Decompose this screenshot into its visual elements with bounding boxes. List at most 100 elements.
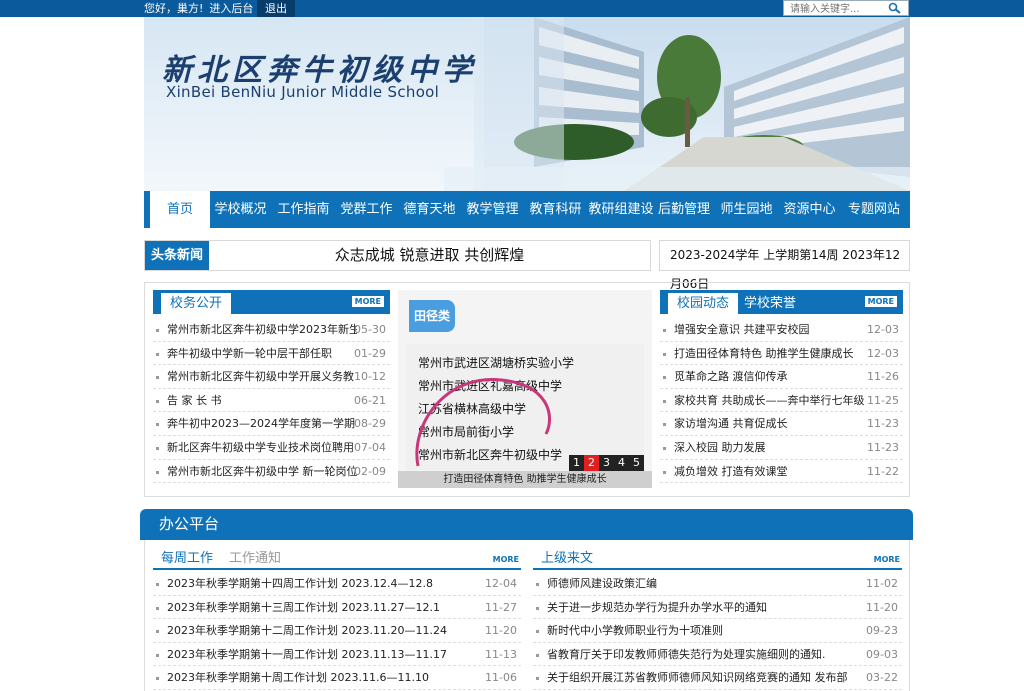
list-item-date: 11-20 bbox=[866, 600, 898, 614]
list-item[interactable]: 打造田径体育特色 助推学生健康成长 12-03 bbox=[660, 342, 903, 366]
list-item[interactable]: 奔牛初级中学新一轮中层干部任职 01-29 bbox=[153, 342, 390, 366]
more-button[interactable]: MORE bbox=[864, 296, 897, 307]
tab-school-honors[interactable]: 学校荣誉 bbox=[735, 293, 805, 314]
list-item[interactable]: 新北区奔牛初级中学专业技术岗位聘用 07-04 bbox=[153, 436, 390, 460]
list-item-date: 11-27 bbox=[485, 600, 517, 614]
page-button[interactable]: 4 bbox=[614, 455, 629, 471]
list-item[interactable]: 师德师风建设政策汇编 11-02 bbox=[533, 572, 902, 596]
list-item[interactable]: 家校共育 共助成长——奔中举行七年级 11-25 bbox=[660, 389, 903, 413]
bullet bbox=[663, 423, 666, 427]
slide-pager: 12345 bbox=[569, 455, 644, 471]
list-item-date: 11-02 bbox=[866, 577, 898, 590]
list-item[interactable]: 奔牛初中2023—2024学年度第一学期 08-29 bbox=[153, 412, 390, 436]
list-item-title: 常州市新北区奔牛初级中学开展义务教 bbox=[167, 370, 354, 384]
bullet bbox=[663, 352, 666, 356]
list-item[interactable]: 关于组织开展江苏省教师师德师风知识网络竞赛的通知 发布部 03-22 bbox=[533, 666, 902, 690]
list-item-date: 11-06 bbox=[485, 671, 517, 685]
tab-campus-news[interactable]: 校园动态 bbox=[668, 293, 739, 314]
list-item[interactable]: 常州市新北区奔牛初级中学 新一轮岗位 02-09 bbox=[153, 460, 390, 484]
nav-item-work-guide[interactable]: 工作指南 bbox=[274, 191, 333, 228]
content-panel: 校务公开 MORE 常州市新北区奔牛初级中学2023年新生 05-30 奔牛初级中… bbox=[144, 282, 910, 497]
list-item-date: 11-20 bbox=[485, 624, 517, 638]
list-item-date: 11-23 bbox=[867, 417, 899, 431]
nav-item-party-work[interactable]: 党群工作 bbox=[337, 191, 396, 228]
bullet bbox=[156, 606, 159, 610]
list-item-title: 家校共育 共助成长——奔中举行七年级 bbox=[674, 393, 865, 407]
page-button[interactable]: 5 bbox=[629, 455, 644, 471]
nav-item-research-group[interactable]: 教研组建设 bbox=[585, 191, 657, 228]
list-item-title: 家访增沟通 共育促成长 bbox=[674, 417, 788, 431]
tab-work-notices[interactable]: 工作通知 bbox=[229, 550, 281, 568]
search-input[interactable] bbox=[784, 2, 884, 17]
list-item[interactable]: 告 家 长 书 06-21 bbox=[153, 389, 390, 413]
slide-caption[interactable]: 打造田径体育特色 助推学生健康成长 bbox=[398, 471, 652, 488]
more-button[interactable]: MORE bbox=[493, 555, 519, 564]
nav-item-logistics[interactable]: 后勤管理 bbox=[656, 191, 712, 228]
nav-item-school-overview[interactable]: 学校概况 bbox=[211, 191, 270, 228]
admin-link[interactable]: 进入后台 bbox=[209, 2, 253, 15]
list-item-title: 新北区奔牛初级中学专业技术岗位聘用 bbox=[167, 440, 354, 454]
list-item[interactable]: 2023年秋季学期第十周工作计划 2023.11.6—11.10 11-06 bbox=[153, 666, 521, 690]
list-item[interactable]: 新时代中小学教师职业行为十项准则 09-23 bbox=[533, 619, 902, 643]
list-item-title: 打造田径体育特色 助推学生健康成长 bbox=[674, 346, 854, 360]
list-item[interactable]: 增强安全意识 共建平安校园 12-03 bbox=[660, 318, 903, 342]
bullet bbox=[663, 329, 666, 332]
slide-category-badge: 田径类 bbox=[409, 300, 455, 332]
nav-item-teacher-student[interactable]: 师生园地 bbox=[717, 191, 776, 228]
list-item[interactable]: 常州市新北区奔牛初级中学2023年新生 05-30 bbox=[153, 318, 390, 342]
list-item[interactable]: 深入校园 助力发展 11-23 bbox=[660, 436, 903, 460]
nav-item-home[interactable]: 首页 bbox=[150, 191, 210, 228]
page-button[interactable]: 3 bbox=[599, 455, 614, 471]
bullet bbox=[156, 583, 159, 586]
list-item-title: 2023年秋季学期第十一周工作计划 2023.11.13—11.17 bbox=[167, 647, 447, 661]
bullet bbox=[536, 677, 539, 681]
photo-slideshow[interactable]: 田径类 常州市武进区湖塘桥实验小学 常州市武进区礼嘉高级中学 江苏省横林高级中学… bbox=[398, 290, 652, 488]
list-item[interactable]: 减负增效 打造有效课堂 11-22 bbox=[660, 460, 903, 484]
tab-weekly-work[interactable]: 每周工作 bbox=[161, 550, 213, 568]
headline-text[interactable]: 众志成城 锐意进取 共创辉煌 bbox=[209, 241, 650, 270]
superior-documents-list: 师德师风建设政策汇编 11-02 关于进一步规范办学行为提升办学水平的通知 11-2… bbox=[533, 572, 902, 690]
office-platform-header: 办公平台 bbox=[140, 509, 913, 540]
nav-item-resource-center[interactable]: 资源中心 bbox=[780, 191, 839, 228]
list-item-title: 增强安全意识 共建平安校园 bbox=[674, 323, 810, 336]
list-item[interactable]: 2023年秋季学期第十一周工作计划 2023.11.13—11.17 11-13 bbox=[153, 643, 521, 667]
bullet bbox=[536, 630, 539, 634]
list-item-title: 关于组织开展江苏省教师师德师风知识网络竞赛的通知 发布部 bbox=[547, 671, 848, 685]
logout-button[interactable]: 退出 bbox=[257, 0, 295, 17]
bullet bbox=[663, 376, 666, 380]
list-item[interactable]: 常州市新北区奔牛初级中学开展义务教 10-12 bbox=[153, 365, 390, 389]
page-button[interactable]: 1 bbox=[569, 455, 584, 471]
nav-item-special-sites[interactable]: 专题网站 bbox=[843, 191, 905, 228]
list-item[interactable]: 关于进一步规范办学行为提升办学水平的通知 11-20 bbox=[533, 596, 902, 620]
list-item[interactable]: 觅革命之路 渡信仰传承 11-26 bbox=[660, 365, 903, 389]
list-item[interactable]: 省教育厅关于印发教师师德失范行为处理实施细则的通知. 09-03 bbox=[533, 643, 902, 667]
bullet bbox=[156, 399, 159, 403]
bullet bbox=[156, 329, 159, 332]
nav-item-moral-education[interactable]: 德育天地 bbox=[400, 191, 459, 228]
list-item-title: 省教育厅关于印发教师师德失范行为处理实施细则的通知. bbox=[547, 647, 826, 661]
list-item[interactable]: 2023年秋季学期第十二周工作计划 2023.11.20—11.24 11-20 bbox=[153, 619, 521, 643]
list-item-date: 03-22 bbox=[866, 671, 898, 685]
page-button-current[interactable]: 2 bbox=[584, 455, 599, 471]
list-item[interactable]: 2023年秋季学期第十三周工作计划 2023.11.27—12.1 11-27 bbox=[153, 596, 521, 620]
more-button[interactable]: MORE bbox=[874, 555, 900, 564]
tab-school-affairs[interactable]: 校务公开 bbox=[161, 293, 232, 314]
list-item-date: 10-12 bbox=[354, 370, 386, 384]
bullet bbox=[156, 653, 159, 657]
list-item-title: 常州市新北区奔牛初级中学2023年新生 bbox=[167, 323, 357, 336]
list-item-title: 2023年秋季学期第十周工作计划 2023.11.6—11.10 bbox=[167, 671, 429, 685]
greeting-area: 您好，巢方! 进入后台 bbox=[144, 1, 259, 16]
school-building-image bbox=[444, 17, 910, 191]
headline-tag: 头条新闻 bbox=[145, 241, 209, 270]
nav-item-teaching-management[interactable]: 教学管理 bbox=[463, 191, 522, 228]
campus-news-list: 增强安全意识 共建平安校园 12-03 打造田径体育特色 助推学生健康成长 12-0… bbox=[660, 318, 903, 484]
list-item-date: 06-21 bbox=[354, 393, 386, 407]
search-icon[interactable] bbox=[888, 2, 902, 14]
nav-item-education-research[interactable]: 教育科研 bbox=[526, 191, 585, 228]
more-button[interactable]: MORE bbox=[351, 296, 384, 307]
bullet bbox=[156, 423, 159, 427]
tab-superior-documents[interactable]: 上级来文 bbox=[541, 550, 593, 568]
list-item[interactable]: 家访增沟通 共育促成长 11-23 bbox=[660, 412, 903, 436]
list-item[interactable]: 2023年秋季学期第十四周工作计划 2023.12.4—12.8 12-04 bbox=[153, 572, 521, 596]
slide-image: 常州市武进区湖塘桥实验小学 常州市武进区礼嘉高级中学 江苏省横林高级中学 常州市… bbox=[406, 344, 644, 470]
